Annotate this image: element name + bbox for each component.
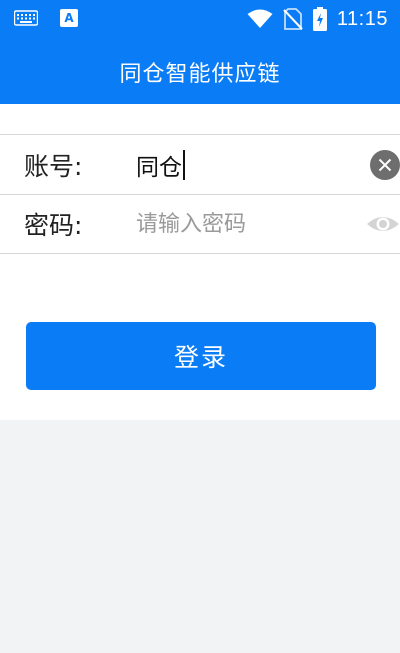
a-accessibility-icon: A (60, 9, 78, 27)
password-input[interactable] (136, 204, 356, 244)
status-right: 11:15 (247, 7, 388, 31)
battery-charging-icon (312, 7, 327, 31)
app-bar: 同仓智能供应链 (0, 40, 400, 104)
wifi-icon (247, 9, 273, 28)
keyboard-icon (14, 10, 38, 26)
login-screen: A 11:15 同仓智能供应链 账号: 同仓 密码: 登录 (0, 0, 400, 653)
text-caret (183, 149, 185, 180)
password-row: 密码: (0, 194, 400, 254)
login-button[interactable]: 登录 (26, 322, 376, 390)
a-icon-letter: A (64, 11, 74, 25)
status-time: 11:15 (336, 7, 388, 30)
clear-icon (378, 158, 392, 171)
eye-icon[interactable] (366, 212, 400, 236)
app-title: 同仓智能供应链 (119, 62, 281, 87)
account-value: 同仓 (136, 154, 182, 181)
account-input[interactable]: 同仓 (136, 148, 185, 182)
no-sim-icon (283, 8, 303, 30)
clear-account-button[interactable] (370, 149, 400, 180)
status-left: A (14, 9, 78, 27)
account-label: 账号: (24, 151, 83, 181)
status-bar: A 11:15 (0, 0, 400, 40)
login-form: 账号: 同仓 密码: 登录 (0, 104, 400, 420)
password-label: 密码: (24, 211, 83, 240)
account-row: 账号: 同仓 (0, 134, 400, 194)
